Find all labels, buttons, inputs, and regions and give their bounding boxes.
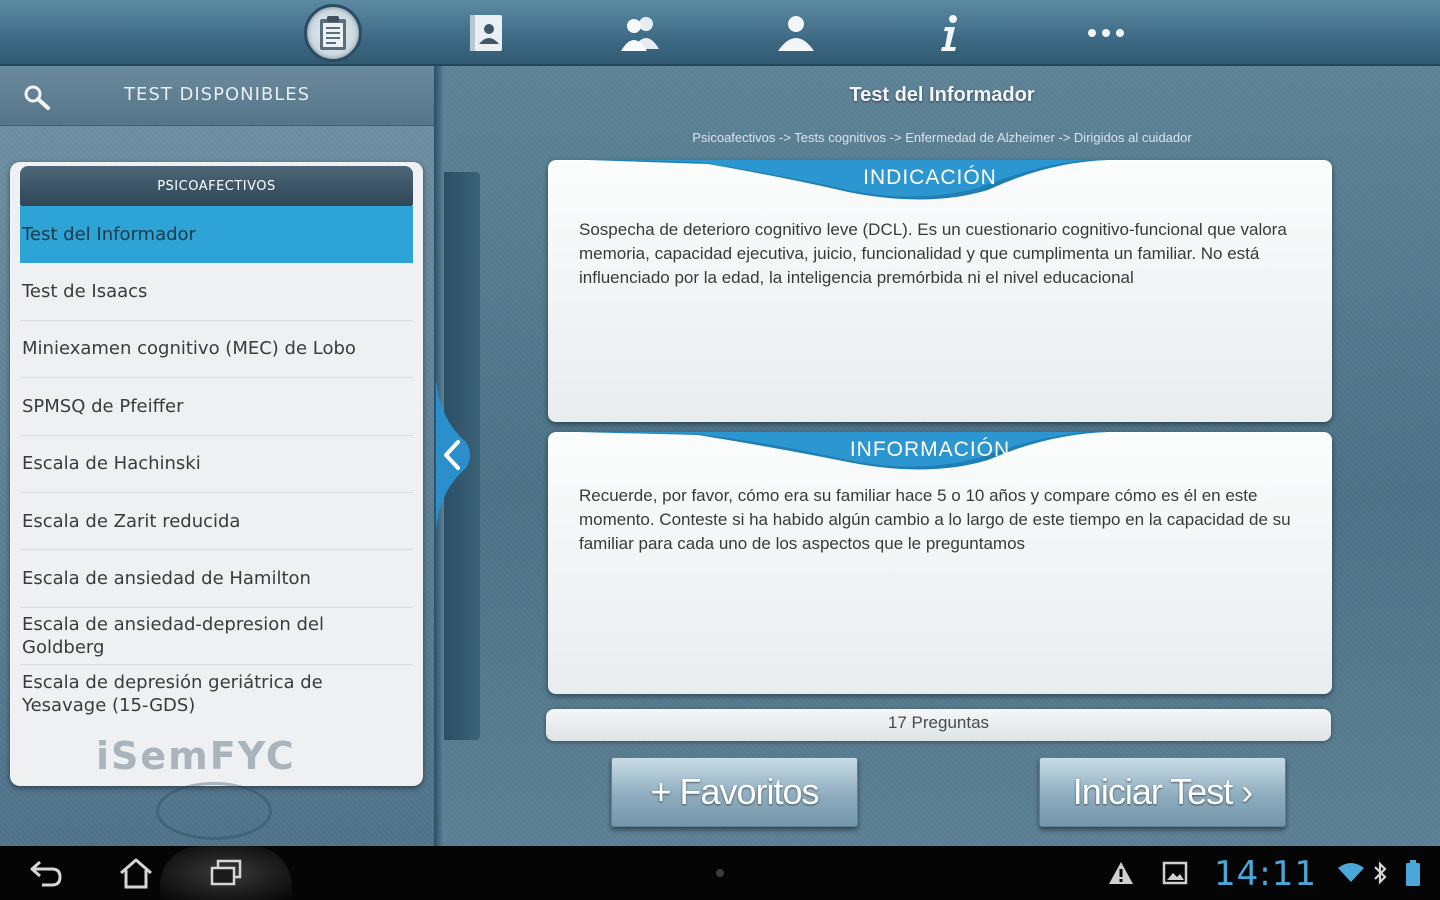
- list-item[interactable]: Escala de ansiedad-depresion del Goldber…: [20, 608, 413, 666]
- page-indicator-dot: [716, 869, 724, 877]
- battery-icon: [1406, 860, 1420, 886]
- test-list-panel: TEST DISPONIBLES PSICOAFECTIVOS Test del…: [0, 66, 434, 846]
- card-badge-label: INDICACIÓN: [863, 166, 997, 189]
- watermark-emblem: [156, 782, 272, 840]
- image-icon: [1162, 861, 1188, 885]
- list-item[interactable]: Escala de ansiedad de Hamilton: [20, 550, 413, 608]
- tab-info[interactable]: [918, 4, 982, 62]
- add-favorites-button[interactable]: + Favoritos: [611, 757, 858, 827]
- screenshot-notification[interactable]: [1160, 846, 1190, 900]
- card-badge-label: INFORMACIÓN: [849, 438, 1011, 461]
- indication-card: INDICACIÓN Sospecha de deterioro cogniti…: [548, 160, 1332, 422]
- list-item[interactable]: Test del Informador: [20, 206, 413, 264]
- indication-text: Sospecha de deterioro cognitivo leve (DC…: [579, 220, 1287, 287]
- warning-notification[interactable]: [1106, 846, 1136, 900]
- home-button[interactable]: [116, 846, 156, 900]
- tab-contacts[interactable]: [454, 4, 518, 62]
- contact-card-icon: [470, 15, 502, 51]
- search-icon[interactable]: [22, 83, 52, 111]
- recent-apps-button[interactable]: [204, 846, 248, 900]
- test-list: PSICOAFECTIVOS Test del Informador Test …: [10, 162, 423, 786]
- breadcrumb: Psicoafectivos -> Tests cognitivos -> En…: [692, 130, 1192, 145]
- list-item[interactable]: Miniexamen cognitivo (MEC) de Lobo: [20, 321, 413, 379]
- tab-more[interactable]: [1074, 4, 1138, 62]
- information-card: INFORMACIÓN Recuerde, por favor, cómo er…: [548, 432, 1332, 694]
- tab-profile[interactable]: [764, 4, 828, 62]
- information-text: Recuerde, por favor, cómo era su familia…: [579, 486, 1291, 553]
- wifi-indicator: [1336, 846, 1366, 900]
- panel-title: TEST DISPONIBLES: [124, 84, 311, 105]
- list-item[interactable]: Escala de depresión geriátrica de Yesava…: [20, 665, 413, 721]
- battery-indicator: [1400, 846, 1426, 900]
- list-item[interactable]: Test de Isaacs: [20, 263, 413, 321]
- tab-groups[interactable]: [609, 4, 673, 62]
- tab-tests[interactable]: [301, 4, 365, 62]
- list-item[interactable]: Escala de Hachinski: [20, 436, 413, 493]
- top-tab-bar: [0, 0, 1440, 66]
- page-title: Test del Informador: [849, 84, 1035, 106]
- start-test-button[interactable]: Iniciar Test ›: [1039, 757, 1286, 827]
- person-icon: [778, 16, 814, 51]
- question-count: 17 Preguntas: [546, 709, 1331, 741]
- bluetooth-icon: [1374, 861, 1387, 885]
- recent-apps-icon: [210, 859, 242, 886]
- watermark-logo: iSemFYC: [96, 734, 296, 778]
- list-item[interactable]: SPMSQ de Pfeiffer: [20, 378, 413, 436]
- people-icon: [621, 17, 659, 51]
- bluetooth-indicator: [1368, 846, 1392, 900]
- info-icon: [941, 15, 957, 51]
- wifi-icon: [1338, 863, 1364, 882]
- more-icon: [1088, 29, 1124, 37]
- section-header: PSICOAFECTIVOS: [20, 166, 413, 206]
- home-icon: [120, 858, 152, 889]
- clipboard-icon: [320, 16, 346, 50]
- back-icon: [30, 860, 62, 887]
- back-button[interactable]: [26, 846, 66, 900]
- collapse-panel-button[interactable]: [436, 380, 474, 530]
- warning-icon: [1109, 862, 1133, 884]
- list-item[interactable]: Escala de Zarit reducida: [20, 493, 413, 551]
- status-clock: 14:11: [1214, 854, 1317, 894]
- test-list-header: TEST DISPONIBLES: [0, 66, 434, 126]
